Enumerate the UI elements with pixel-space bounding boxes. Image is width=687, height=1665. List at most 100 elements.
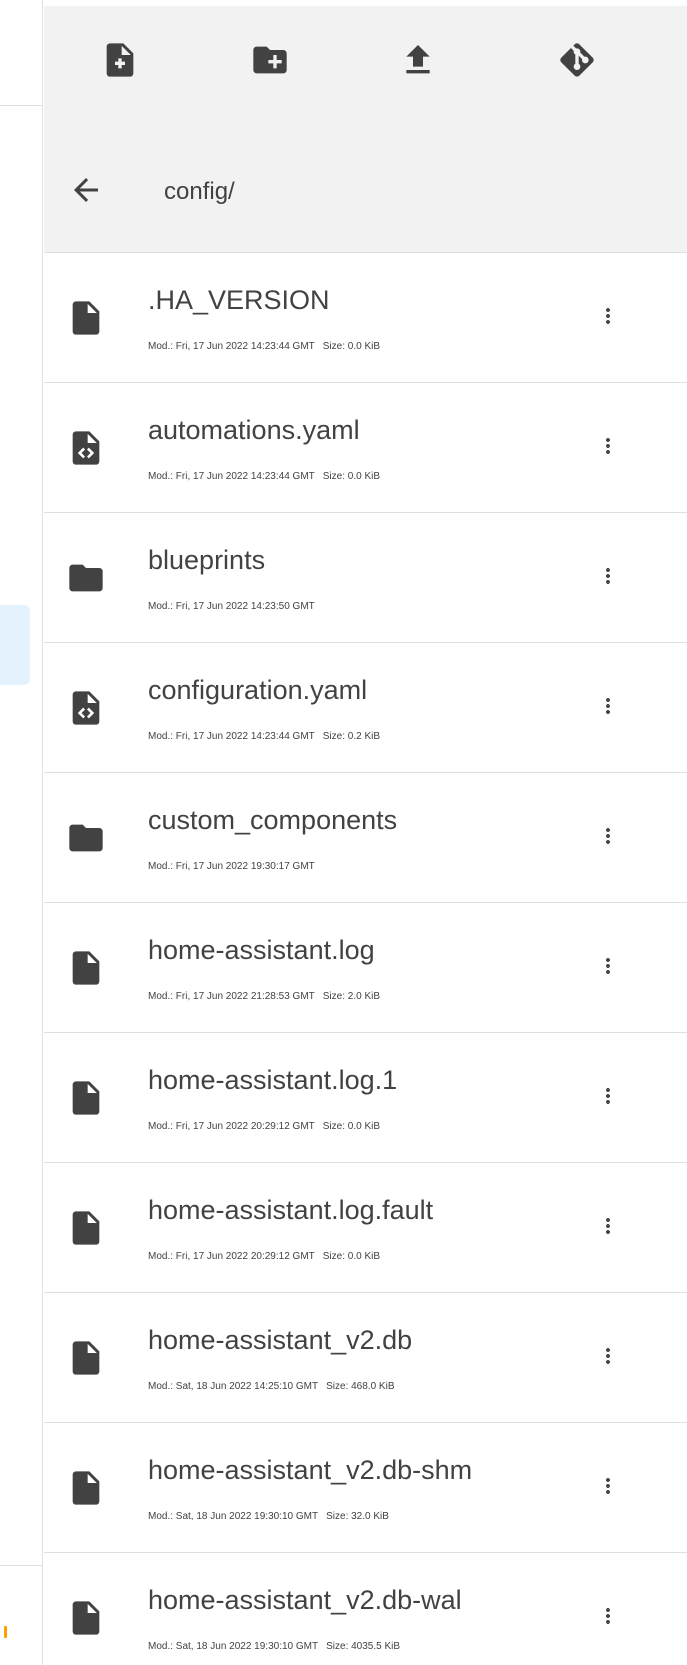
file-modified: Mod.: Sat, 18 Jun 2022 19:30:10 GMT [148, 1511, 319, 1522]
left-divider-top [0, 105, 43, 106]
dots-vertical-icon [596, 1604, 620, 1633]
file-meta: Mod.: Fri, 17 Jun 2022 14:23:44 GMT Size:… [148, 731, 380, 742]
file-name: custom_components [148, 805, 398, 835]
file-size: Size: 0.0 KiB [322, 471, 381, 482]
new-file-icon [100, 40, 140, 85]
file-name: home-assistant_v2.db [148, 1325, 413, 1355]
file-size: Size: 4035.5 KiB [326, 1641, 401, 1652]
file-meta: Mod.: Fri, 17 Jun 2022 14:23:50 GMT [148, 601, 315, 612]
file-row[interactable]: .HA_VERSION Mod.: Fri, 17 Jun 2022 14:23:… [44, 253, 687, 383]
dots-vertical-icon [596, 304, 620, 333]
left-panel-edge [0, 0, 43, 1665]
file-list: .HA_VERSION Mod.: Fri, 17 Jun 2022 14:23:… [44, 253, 687, 1665]
new-file-button[interactable] [92, 34, 148, 90]
file-row[interactable]: automations.yaml Mod.: Fri, 17 Jun 2022 1… [44, 383, 687, 513]
file-meta: Mod.: Sat, 18 Jun 2022 19:30:10 GMT Size:… [148, 1641, 400, 1652]
dots-vertical-icon [596, 1214, 620, 1243]
more-options-button[interactable] [584, 1594, 632, 1642]
file-name: blueprints [148, 545, 266, 575]
upload-icon [398, 40, 438, 85]
arrow-left-icon [68, 172, 104, 213]
file-row[interactable]: blueprints Mod.: Fri, 17 Jun 2022 14:23:5… [44, 513, 687, 643]
dots-vertical-icon [596, 1344, 620, 1373]
file-size: Size: 0.2 KiB [322, 731, 381, 742]
file-modified: Mod.: Fri, 17 Jun 2022 14:23:50 GMT [148, 601, 315, 612]
file-meta: Mod.: Sat, 18 Jun 2022 14:25:10 GMT Size:… [148, 1381, 394, 1392]
file-row[interactable]: home-assistant.log.fault Mod.: Fri, 17 Ju… [44, 1163, 687, 1293]
file-row[interactable]: custom_components Mod.: Fri, 17 Jun 2022 … [44, 773, 687, 903]
file-icon [66, 298, 106, 338]
file-icon [66, 1598, 106, 1638]
file-row[interactable]: home-assistant.log Mod.: Fri, 17 Jun 2022… [44, 903, 687, 1033]
file-size: Size: 32.0 KiB [326, 1511, 389, 1522]
file-icon [66, 1078, 106, 1118]
more-options-button[interactable] [584, 424, 632, 472]
left-divider-bottom [0, 1565, 43, 1566]
file-name: home-assistant_v2.db-shm [148, 1455, 473, 1485]
file-size: Size: 0.0 KiB [322, 1251, 381, 1262]
upload-button[interactable] [390, 34, 446, 90]
file-meta: Mod.: Fri, 17 Jun 2022 20:29:12 GMT Size:… [148, 1121, 380, 1132]
folder-icon [66, 558, 106, 598]
current-path: config/ [164, 178, 235, 205]
code-file-icon [66, 428, 106, 468]
git-button[interactable] [549, 34, 605, 90]
more-options-button[interactable] [584, 554, 632, 602]
file-meta: Mod.: Sat, 18 Jun 2022 19:30:10 GMT Size:… [148, 1511, 389, 1522]
back-button[interactable] [62, 168, 110, 216]
file-row[interactable]: home-assistant_v2.db-shm Mod.: Sat, 18 Ju… [44, 1423, 687, 1553]
file-modified: Mod.: Sat, 18 Jun 2022 14:25:10 GMT [148, 1381, 319, 1392]
file-modified: Mod.: Fri, 17 Jun 2022 21:28:53 GMT [148, 991, 315, 1002]
toolbar [44, 6, 687, 126]
more-options-button[interactable] [584, 684, 632, 732]
more-options-button[interactable] [584, 1334, 632, 1382]
file-name: automations.yaml [148, 415, 360, 445]
more-options-button[interactable] [584, 1464, 632, 1512]
file-name: home-assistant_v2.db-wal [148, 1585, 462, 1615]
file-row[interactable]: home-assistant_v2.db Mod.: Sat, 18 Jun 20… [44, 1293, 687, 1423]
dots-vertical-icon [596, 824, 620, 853]
more-options-button[interactable] [584, 944, 632, 992]
more-options-button[interactable] [584, 294, 632, 342]
left-selected-item-edge[interactable] [0, 605, 30, 685]
dots-vertical-icon [596, 694, 620, 723]
dots-vertical-icon [596, 1474, 620, 1503]
file-row[interactable]: home-assistant_v2.db-wal Mod.: Sat, 18 Ju… [44, 1553, 687, 1665]
more-options-button[interactable] [584, 1074, 632, 1122]
file-icon [66, 948, 106, 988]
file-name: home-assistant.log [148, 935, 375, 965]
code-file-icon [66, 688, 106, 728]
dots-vertical-icon [596, 954, 620, 983]
file-meta: Mod.: Fri, 17 Jun 2022 19:30:17 GMT [148, 861, 315, 872]
file-modified: Mod.: Fri, 17 Jun 2022 14:23:44 GMT [148, 471, 315, 482]
file-meta: Mod.: Fri, 17 Jun 2022 14:23:44 GMT Size:… [148, 341, 380, 352]
dots-vertical-icon [596, 1084, 620, 1113]
file-size: Size: 0.0 KiB [322, 1121, 381, 1132]
file-row[interactable]: home-assistant.log.1 Mod.: Fri, 17 Jun 20… [44, 1033, 687, 1163]
folder-icon [66, 818, 106, 858]
file-meta: Mod.: Fri, 17 Jun 2022 20:29:12 GMT Size:… [148, 1251, 380, 1262]
new-folder-button[interactable] [242, 34, 298, 90]
file-icon [66, 1208, 106, 1248]
file-modified: Mod.: Fri, 17 Jun 2022 20:29:12 GMT [148, 1121, 315, 1132]
file-size: Size: 0.0 KiB [322, 341, 381, 352]
file-meta: Mod.: Fri, 17 Jun 2022 14:23:44 GMT Size:… [148, 471, 380, 482]
file-meta: Mod.: Fri, 17 Jun 2022 21:28:53 GMT Size:… [148, 991, 380, 1002]
file-modified: Mod.: Fri, 17 Jun 2022 14:23:44 GMT [148, 341, 315, 352]
dots-vertical-icon [596, 434, 620, 463]
file-name: configuration.yaml [148, 675, 368, 705]
file-row[interactable]: configuration.yaml Mod.: Fri, 17 Jun 2022… [44, 643, 687, 773]
file-icon [66, 1468, 106, 1508]
file-modified: Mod.: Fri, 17 Jun 2022 20:29:12 GMT [148, 1251, 315, 1262]
dots-vertical-icon [596, 564, 620, 593]
file-browser-header: config/ [44, 0, 687, 253]
left-status-mark [4, 1626, 7, 1638]
more-options-button[interactable] [584, 1204, 632, 1252]
git-icon [557, 40, 597, 85]
file-modified: Mod.: Fri, 17 Jun 2022 14:23:44 GMT [148, 731, 315, 742]
more-options-button[interactable] [584, 814, 632, 862]
file-modified: Mod.: Sat, 18 Jun 2022 19:30:10 GMT [148, 1641, 319, 1652]
file-browser-panel: config/ .HA_VERSION Mod.: Fri, 17 Jun 202… [44, 0, 687, 1665]
path-bar: config/ [44, 156, 687, 228]
file-size: Size: 468.0 KiB [326, 1381, 395, 1392]
